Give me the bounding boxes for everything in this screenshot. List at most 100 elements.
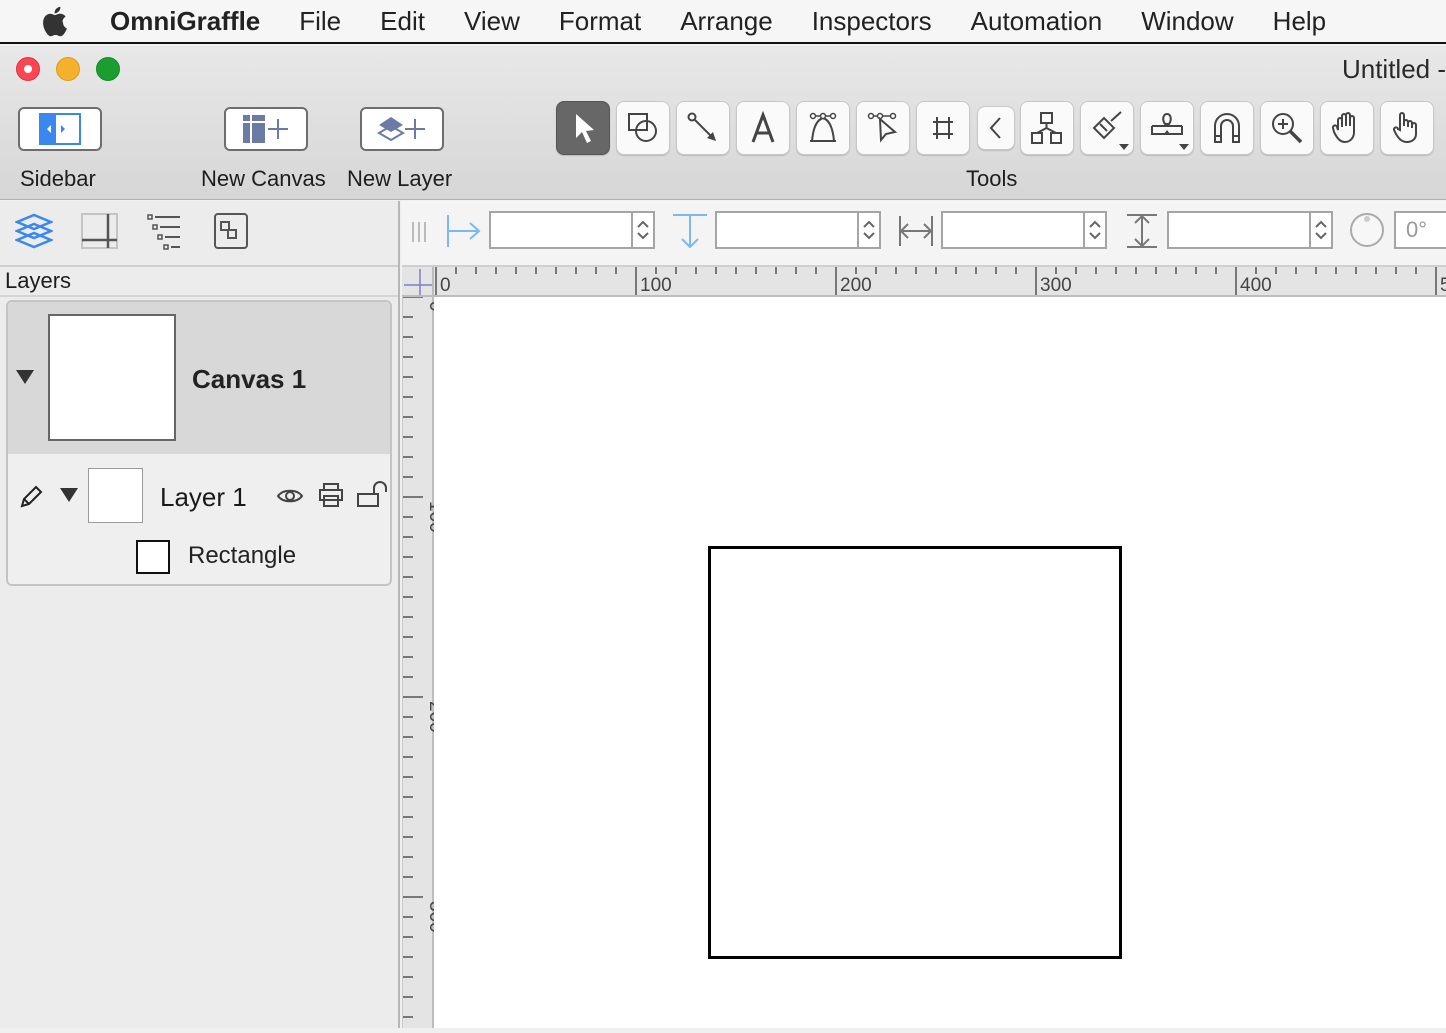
menu-help[interactable]: Help xyxy=(1273,6,1326,37)
printer-icon[interactable] xyxy=(318,482,344,508)
menu-edit[interactable]: Edit xyxy=(380,6,425,37)
minimize-button[interactable] xyxy=(56,57,80,81)
new-layer-button[interactable] xyxy=(360,107,444,151)
menu-view[interactable]: View xyxy=(464,6,520,37)
stamp-icon xyxy=(1151,112,1183,135)
tab-objects[interactable] xyxy=(212,211,252,251)
ruler-label: 400 xyxy=(1240,275,1272,296)
ruler-label: 300 xyxy=(1040,275,1072,296)
pen-tool[interactable] xyxy=(796,101,850,155)
rotation-dial[interactable] xyxy=(1348,211,1386,249)
canvas-grid-icon xyxy=(81,213,118,249)
bezier-icon xyxy=(809,112,837,142)
line-arrow-icon xyxy=(687,112,716,141)
disclosure-triangle-icon[interactable] xyxy=(60,488,78,502)
hand-tool[interactable] xyxy=(1320,101,1374,155)
height-field[interactable] xyxy=(1167,211,1333,249)
zoom-tool[interactable] xyxy=(1260,101,1314,155)
text-tool[interactable] xyxy=(736,101,790,155)
style-brush-tool[interactable] xyxy=(1080,101,1134,155)
window-title: Untitled - xyxy=(1341,54,1446,84)
paint-brush-icon xyxy=(1092,111,1122,140)
tab-layers[interactable] xyxy=(14,211,54,251)
menu-app-name[interactable]: OmniGraffle xyxy=(110,6,260,37)
rotation-field[interactable]: 0° xyxy=(1394,211,1446,249)
new-layer-label: New Layer xyxy=(347,166,453,191)
unlocked-icon[interactable] xyxy=(356,480,390,508)
rubber-stamp-tool[interactable] xyxy=(1140,101,1194,155)
arrow-pointer-icon xyxy=(576,114,594,143)
layer-name[interactable]: Layer 1 xyxy=(160,482,247,513)
chevron-left-icon xyxy=(989,117,1001,139)
menu-inspectors[interactable]: Inspectors xyxy=(812,6,932,37)
new-canvas-icon xyxy=(243,115,288,143)
shape-tool[interactable] xyxy=(616,101,670,155)
menu-file[interactable]: File xyxy=(299,6,341,37)
disclosure-triangle-icon[interactable] xyxy=(16,370,34,384)
zoom-button[interactable] xyxy=(96,57,120,81)
canvas-row[interactable]: Canvas 1 xyxy=(8,302,390,454)
canvas-thumbnail xyxy=(48,314,176,441)
sidebar-tabs xyxy=(0,201,398,267)
close-button[interactable] xyxy=(16,57,40,81)
apple-icon xyxy=(43,6,67,37)
height-stepper[interactable] xyxy=(1309,213,1331,247)
ruler-label: 0 xyxy=(440,275,451,296)
pencil-icon[interactable] xyxy=(18,484,44,510)
tab-outline[interactable] xyxy=(146,211,186,251)
vertical-ruler[interactable]: 0100200300 xyxy=(402,296,446,1028)
rotation-value: 0° xyxy=(1406,217,1428,242)
eye-icon[interactable] xyxy=(276,486,304,506)
ruler-label: 100 xyxy=(640,275,672,296)
menu-arrange[interactable]: Arrange xyxy=(680,6,773,37)
pointing-hand-icon xyxy=(1392,112,1417,144)
x-position-icon xyxy=(447,215,481,247)
dropdown-arrow-icon xyxy=(1179,144,1189,150)
menu-window[interactable]: Window xyxy=(1141,6,1233,37)
drawing-canvas[interactable] xyxy=(434,297,1446,1028)
layer-thumbnail xyxy=(88,468,143,523)
diagram-grid-tool[interactable] xyxy=(916,101,970,155)
new-canvas-button[interactable] xyxy=(224,107,308,151)
sidebar-heading: Layers xyxy=(0,267,398,297)
tools-label: Tools xyxy=(966,166,1018,191)
stepper-arrows-icon xyxy=(863,220,875,240)
horizontal-ruler[interactable]: 0 100 200 300 400 5 xyxy=(434,267,1446,297)
collapse-tools-button[interactable] xyxy=(977,106,1015,150)
menu-automation[interactable]: Automation xyxy=(971,6,1103,37)
sidebar: Layers Canvas 1 Layer 1 Rectangle xyxy=(0,201,400,1028)
tab-canvases[interactable] xyxy=(80,211,120,251)
point-editor-tool[interactable] xyxy=(856,101,910,155)
ruler-label: 200 xyxy=(840,275,872,296)
sidebar-label: Sidebar xyxy=(20,166,96,191)
width-field[interactable] xyxy=(941,211,1107,249)
y-position-field[interactable] xyxy=(715,211,881,249)
x-position-field[interactable] xyxy=(489,211,655,249)
text-a-icon xyxy=(751,110,775,143)
menu-format[interactable]: Format xyxy=(559,6,641,37)
vertical-ruler-ticks: 0100200300 xyxy=(403,296,446,1018)
apple-menu[interactable] xyxy=(0,5,110,37)
y-position-icon xyxy=(673,214,707,249)
diagram-tool[interactable] xyxy=(1020,101,1074,155)
browse-tool[interactable] xyxy=(1380,101,1434,155)
width-stepper[interactable] xyxy=(1083,213,1105,247)
hierarchy-icon xyxy=(1031,112,1062,144)
object-name[interactable]: Rectangle xyxy=(188,542,296,570)
y-position-stepper[interactable] xyxy=(857,213,879,247)
ruler-origin[interactable] xyxy=(402,267,434,297)
square-circle-icon xyxy=(628,113,657,142)
line-tool[interactable] xyxy=(676,101,730,155)
dropdown-arrow-icon xyxy=(1119,144,1129,150)
rectangle-shape[interactable] xyxy=(708,546,1122,959)
hand-icon xyxy=(1331,112,1355,144)
point-arrow-icon xyxy=(867,112,898,143)
drag-handle-icon[interactable] xyxy=(410,221,430,243)
zoom-in-icon xyxy=(1272,113,1303,144)
x-position-stepper[interactable] xyxy=(631,213,653,247)
ruler-label: 5 xyxy=(1440,275,1446,296)
selection-tool[interactable] xyxy=(556,101,610,155)
outline-list-icon xyxy=(147,214,180,250)
magnet-tool[interactable] xyxy=(1200,101,1254,155)
sidebar-toggle-button[interactable] xyxy=(18,107,102,151)
